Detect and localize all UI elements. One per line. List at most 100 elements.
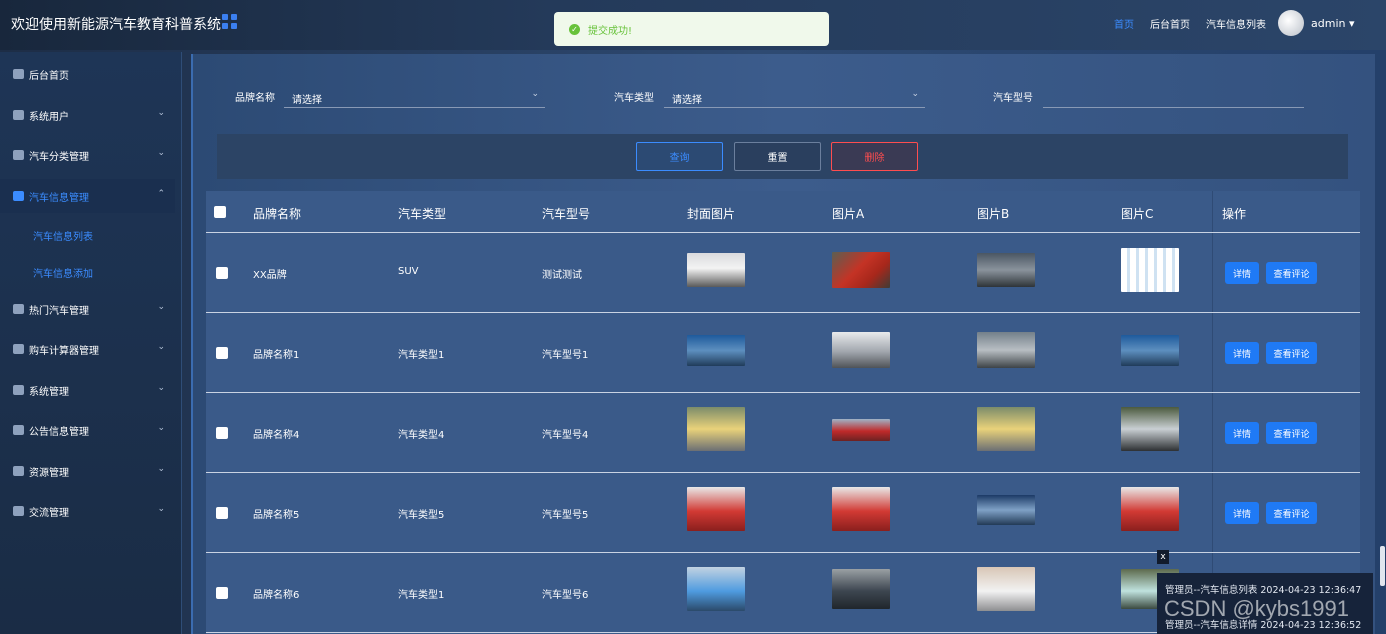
image-c[interactable] [1121,487,1179,531]
top-nav: 首页 后台首页 汽车信息列表 [1098,16,1266,31]
cover-image[interactable] [687,407,745,451]
sidebar-item-car-category[interactable]: 汽车分类管理 ⌄ [0,138,175,172]
table-row: 品牌名称1 汽车类型1 汽车型号1 详情 查看评论 [206,313,1360,393]
sidebar-item-exchange[interactable]: 交流管理 ⌄ [0,494,175,528]
image-b[interactable] [977,253,1035,287]
cell-type: 汽车类型5 [398,510,445,521]
header-actions: 操作 [1222,207,1247,221]
cover-image[interactable] [687,487,745,531]
model-input[interactable] [1043,86,1304,108]
action-bar: 查询 重置 删除 [217,134,1348,179]
sidebar-item-system[interactable]: 系统管理 ⌄ [0,373,175,407]
pie-icon [13,466,24,476]
image-a[interactable] [832,332,890,368]
chevron-down-icon: ⌄ [157,342,165,352]
nav-home[interactable]: 首页 [1114,16,1134,31]
brand-select[interactable]: 请选择 ⌄ [284,86,545,108]
image-c[interactable] [1121,335,1179,366]
header-image-c: 图片C [1121,207,1154,221]
grid-icon [13,344,24,354]
car-table: 品牌名称 汽车类型 汽车型号 封面图片 图片A 图片B 图片C 操作 XX品牌 … [206,191,1360,634]
nav-admin-home[interactable]: 后台首页 [1150,16,1190,31]
app-title: 欢迎使用新能源汽车教育科普系统 [11,17,221,33]
header-type: 汽车类型 [398,207,447,221]
select-all-checkbox[interactable] [214,206,226,218]
chevron-down-icon: ▾ [1345,17,1355,30]
row-checkbox[interactable] [216,267,228,279]
cell-type: SUV [398,266,419,277]
sidebar-item-label: 公告信息管理 [29,426,89,438]
sidebar-item-system-users[interactable]: 系统用户 ⌄ [0,98,175,132]
model-filter-label: 汽车型号 [993,93,1033,104]
username: admin [1311,17,1346,30]
cell-type: 汽车类型4 [398,430,445,441]
chevron-down-icon: ⌄ [911,89,919,99]
view-comments-button[interactable]: 查看评论 [1266,422,1317,444]
detail-button[interactable]: 详情 [1225,502,1259,524]
detail-button[interactable]: 详情 [1225,262,1259,284]
sidebar-item-resources[interactable]: 资源管理 ⌄ [0,454,175,488]
menu-toggle-icon[interactable] [222,14,237,29]
cell-model: 汽车型号4 [542,430,589,441]
sidebar-subitem-car-list[interactable]: 汽车信息列表 [33,228,93,243]
row-checkbox[interactable] [216,427,228,439]
table-row: XX品牌 SUV 测试测试 详情 查看评论 [206,233,1360,313]
row-checkbox[interactable] [216,507,228,519]
grid-icon [13,150,24,160]
image-a[interactable] [832,569,890,609]
sidebar-subitem-car-add[interactable]: 汽车信息添加 [33,265,93,280]
view-comments-button[interactable]: 查看评论 [1266,262,1317,284]
type-select-value: 请选择 [672,95,702,106]
header-brand: 品牌名称 [253,207,302,221]
avatar[interactable] [1278,10,1304,36]
toast-text: 提交成功! [588,25,633,37]
cell-brand: XX品牌 [253,270,287,281]
row-checkbox[interactable] [216,587,228,599]
image-b[interactable] [977,332,1035,368]
detail-button[interactable]: 详情 [1225,422,1259,444]
type-select[interactable]: 请选择 ⌄ [664,86,925,108]
reset-button[interactable]: 重置 [734,142,821,171]
row-checkbox[interactable] [216,347,228,359]
sidebar-item-label: 汽车分类管理 [29,151,89,163]
image-b[interactable] [977,407,1035,451]
sidebar-item-calculator[interactable]: 购车计算器管理 ⌄ [0,332,175,366]
query-button[interactable]: 查询 [636,142,723,171]
image-a[interactable] [832,252,890,288]
cell-model: 汽车型号5 [542,510,589,521]
table-header: 品牌名称 汽车类型 汽车型号 封面图片 图片A 图片B 图片C 操作 [206,191,1360,233]
image-c[interactable] [1121,248,1179,292]
document-icon [13,425,24,435]
table-row: 品牌名称4 汽车类型4 汽车型号4 详情 查看评论 [206,393,1360,473]
cell-brand: 品牌名称6 [253,590,300,601]
success-toast: ✓ 提交成功! [554,12,829,46]
cover-image[interactable] [687,567,745,611]
image-c[interactable] [1121,407,1179,451]
cover-image[interactable] [687,253,745,287]
scrollbar[interactable] [1380,546,1385,586]
user-menu[interactable]: admin ▾ [1311,17,1355,30]
image-a[interactable] [832,487,890,531]
header-cover: 封面图片 [687,207,736,221]
sidebar-item-car-info[interactable]: 汽车信息管理 ⌃ [0,179,175,213]
image-a[interactable] [832,419,890,441]
image-b[interactable] [977,567,1035,611]
close-icon[interactable]: x [1157,550,1169,564]
cover-image[interactable] [687,335,745,366]
sidebar-item-hot-cars[interactable]: 热门汽车管理 ⌄ [0,292,175,326]
sidebar-item-admin-home[interactable]: 后台首页 [0,57,175,91]
delete-button[interactable]: 删除 [831,142,918,171]
sidebar-item-notice[interactable]: 公告信息管理 ⌄ [0,413,175,447]
view-comments-button[interactable]: 查看评论 [1266,502,1317,524]
cell-model: 汽车型号6 [542,590,589,601]
chevron-up-icon: ⌃ [157,189,165,199]
header-image-b: 图片B [977,207,1010,221]
nav-car-list[interactable]: 汽车信息列表 [1206,16,1266,31]
view-comments-button[interactable]: 查看评论 [1266,342,1317,364]
sidebar-item-label: 后台首页 [29,70,69,82]
grid-icon [13,191,24,201]
image-b[interactable] [977,495,1035,525]
chat-icon [13,506,24,516]
detail-button[interactable]: 详情 [1225,342,1259,364]
table-row: 品牌名称5 汽车类型5 汽车型号5 详情 查看评论 [206,473,1360,553]
